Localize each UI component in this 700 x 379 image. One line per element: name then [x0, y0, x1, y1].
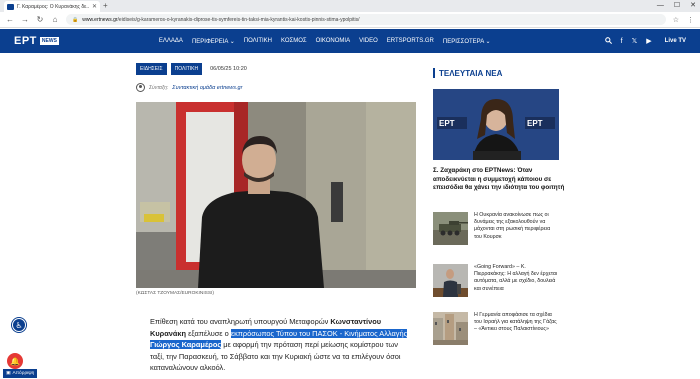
ert-favicon-icon — [7, 3, 14, 10]
article-body: Επίθεση κατά του αναπληρωτή υπουργού Μετ… — [150, 316, 412, 374]
logo-text: ΕΡΤ — [14, 35, 37, 47]
new-tab-button[interactable]: + — [103, 1, 108, 11]
main-nav: ΕΛΛΑΔΑ ΠΕΡΙΦΕΡΕΙΑ ⌄ ΠΟΛΙΤΙΚΗ ΚΟΣΜΟΣ ΟΙΚΟ… — [159, 38, 491, 45]
browser-tabbar: Γ. Καραμέρος: Ο Κυρανάκης δε... ✕ + — ☐ … — [0, 0, 700, 12]
ert-news-logo[interactable]: ΕΡΤ NEWS — [14, 35, 59, 47]
news-thumbnail — [433, 312, 468, 345]
logo-badge: NEWS — [39, 37, 59, 45]
news-item-title: Η Ουκρανία ανακοίνωσε πως οι δυνάμεις τη… — [474, 212, 551, 240]
nav-item-kosmos[interactable]: ΚΟΣΜΟΣ — [281, 38, 307, 45]
maximize-button[interactable]: ☐ — [674, 0, 680, 12]
article-selected-text: εκπρόσωπος Τύπου του ΠΑΣΟΚ - Κινήματος Α… — [230, 328, 408, 338]
article-text-1: Επίθεση κατά του αναπληρωτή υπουργού Μετ… — [150, 317, 331, 326]
address-bar[interactable]: 🔒 www.ertnews.gr/eidiseis/g-karameros-o-… — [66, 14, 666, 25]
accessibility-button[interactable]: ♿ — [12, 318, 26, 332]
photo-caption: (ΚΩΣΤΑΣ ΤΖΟΥΜΑΣ/EUROKINISSI) — [136, 291, 214, 296]
search-icon[interactable] — [604, 36, 612, 46]
nav-item-ertsports[interactable]: ERTSPORTS.GR — [387, 38, 434, 45]
home-icon[interactable]: ⌂ — [51, 15, 59, 24]
minimize-button[interactable]: — — [657, 0, 664, 12]
nav-item-more[interactable]: ΠΕΡΙΣΣΟΤΕΡΑ ⌄ — [443, 38, 491, 45]
reload-icon[interactable]: ↻ — [36, 15, 44, 24]
author-avatar-icon — [136, 83, 145, 92]
list-item[interactable]: Η Γερμανία αποφάσισε τα σχέδια του Ισραή… — [433, 312, 558, 345]
url-host: www.ertnews.gr — [82, 16, 118, 23]
live-tv-link[interactable]: Live TV — [665, 38, 686, 44]
browser-toolbar: ← → ↻ ⌂ 🔒 www.ertnews.gr/eidiseis/g-kara… — [0, 12, 700, 28]
cookie-reject-button[interactable]: ▣ Απόρριψη — [3, 369, 38, 378]
nav-item-politiki[interactable]: ΠΟΛΙΤΙΚΗ — [244, 38, 272, 45]
svg-text:ΕΡΤ: ΕΡΤ — [527, 119, 543, 128]
article-date: 06/05/25 10:20 — [210, 66, 247, 72]
nav-item-oikonomia[interactable]: ΟΙΚΟΝΟΜΙΑ — [316, 38, 351, 45]
tag-politiki[interactable]: ΠΟΛΙΤΙΚΗ — [170, 63, 203, 75]
nav-item-ellada[interactable]: ΕΛΛΑΔΑ — [159, 38, 183, 45]
reject-label: Απόρριψη — [12, 371, 35, 376]
author-name[interactable]: Συντακτική ομάδα ertnews.gr — [172, 85, 242, 91]
svg-text:ΕΡΤ: ΕΡΤ — [439, 119, 455, 128]
feature-news-title[interactable]: Σ. Ζαχαράκη στο ΕΡΤNews: Όταν αποδεικνύε… — [433, 167, 568, 193]
heading-accent-bar — [433, 68, 435, 78]
browser-tab[interactable]: Γ. Καραμέρος: Ο Κυρανάκης δε... ✕ — [4, 1, 100, 12]
close-window-button[interactable]: ✕ — [690, 0, 696, 12]
tag-eidiseis[interactable]: ΕΙΔΗΣΕΙΣ — [136, 63, 167, 75]
article-author: Σύνταξη: Συντακτική ομάδα ertnews.gr — [136, 83, 242, 92]
facebook-icon[interactable]: f — [621, 38, 623, 45]
site-info-icon[interactable]: 🔒 — [72, 17, 78, 23]
bookmark-star-icon[interactable]: ☆ — [673, 16, 679, 24]
news-thumbnail — [433, 212, 468, 245]
latest-news-heading: ΤΕΛΕΥΤΑΙΑ ΝΕΑ — [433, 68, 502, 78]
accessibility-icon: ♿ — [15, 320, 23, 330]
latest-news-title: ΤΕΛΕΥΤΑΙΑ ΝΕΑ — [439, 68, 503, 78]
browser-menu-icon[interactable]: ⋮ — [687, 16, 694, 24]
author-label: Σύνταξη: — [149, 84, 169, 91]
site-header: ΕΡΤ NEWS ΕΛΛΑΔΑ ΠΕΡΙΦΕΡΕΙΑ ⌄ ΠΟΛΙΤΙΚΗ ΚΟ… — [0, 29, 700, 53]
back-icon[interactable]: ← — [6, 15, 14, 24]
x-twitter-icon[interactable]: 𝕏 — [632, 37, 638, 45]
url-path: /eidiseis/g-karameros-o-kyranakis-dipros… — [117, 16, 360, 23]
news-thumbnail — [433, 264, 468, 297]
reject-icon: ▣ — [6, 371, 11, 376]
notifications-button[interactable]: 🔔 — [7, 353, 23, 369]
nav-item-video[interactable]: VIDEO — [359, 38, 378, 45]
article-photo — [136, 102, 416, 288]
list-item[interactable]: «Going Forward» – Κ. Πιερρακάκης: Η αλλα… — [433, 264, 558, 297]
url-text: www.ertnews.gr/eidiseis/g-karameros-o-ky… — [82, 17, 359, 23]
bell-icon: 🔔 — [10, 356, 20, 366]
article-name-karameros: Γιώργος Καραμέρος — [150, 340, 222, 349]
feature-news-image[interactable]: ΕΡΤ ΕΡΤ — [433, 89, 559, 160]
forward-icon[interactable]: → — [21, 15, 29, 24]
article-tags: ΕΙΔΗΣΕΙΣ ΠΟΛΙΤΙΚΗ 06/05/25 10:20 — [136, 63, 247, 75]
article-text-2: εξαπέλυσε ο — [186, 328, 231, 338]
tab-title: Γ. Καραμέρος: Ο Κυρανάκης δε... — [17, 3, 89, 10]
news-item-title: Η Γερμανία αποφάσισε τα σχέδια του Ισραή… — [474, 312, 557, 333]
window-controls: — ☐ ✕ — [657, 0, 696, 12]
news-item-title: «Going Forward» – Κ. Πιερρακάκης: Η αλλα… — [474, 264, 558, 292]
tab-close-icon[interactable]: ✕ — [92, 3, 97, 10]
youtube-icon[interactable]: ▶ — [646, 37, 651, 45]
list-item[interactable]: Η Ουκρανία ανακοίνωσε πως οι δυνάμεις τη… — [433, 212, 558, 245]
nav-item-perifereia[interactable]: ΠΕΡΙΦΕΡΕΙΑ ⌄ — [192, 38, 235, 45]
